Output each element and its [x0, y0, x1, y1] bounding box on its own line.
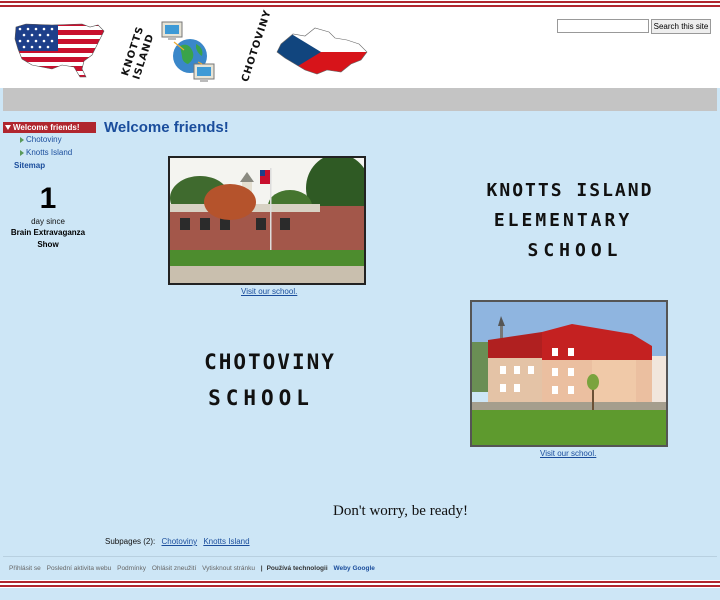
bottom-stripe [0, 580, 720, 588]
chotoviny-photo-caption[interactable]: Visit our school. [540, 449, 596, 458]
slogan-text: Don't worry, be ready! [333, 503, 469, 519]
countdown-unit: day since [31, 217, 65, 226]
czech-flag-map-icon [276, 27, 368, 75]
footer-powered-brand[interactable]: Weby Google [333, 565, 374, 572]
sidebar-nav: Welcome friends! Chotoviny Knotts Island… [3, 122, 96, 172]
sidebar-item-welcome-friends[interactable]: Welcome friends! [3, 122, 96, 133]
footer-link-print-page[interactable]: Vytisknout stránku [202, 565, 255, 572]
knotts-island-header-label: KNOTTS ISLAND [120, 24, 157, 82]
sidebar-item-label: Chotoviny [26, 135, 62, 144]
sidebar-item-label: Welcome friends! [13, 123, 80, 132]
footer-bar: Přihlásit se Poslední aktivita webu Podm… [9, 565, 379, 572]
footer-divider [3, 556, 717, 557]
chotoviny-school-photo[interactable] [470, 300, 668, 447]
top-stripe [0, 0, 720, 8]
expand-triangle-icon [5, 125, 11, 130]
footer-link-terms[interactable]: Podmínky [117, 565, 146, 572]
chotoviny-school-logo: CHOTOVINY SCHOOL [204, 350, 336, 410]
arrow-right-icon [20, 150, 24, 156]
header-banner: KNOTTS ISLAND CHOTOVINY Search this site [0, 8, 720, 88]
subpages-label: Subpages (2): [105, 537, 156, 546]
chotoviny-logo-line-2: SCHOOL [208, 386, 314, 410]
header-divider-band [3, 88, 717, 111]
chotoviny-header-label: CHOTOVINY [240, 8, 274, 84]
countdown-event: Brain Extravaganza Show [10, 228, 86, 249]
sidebar-item-label: Knotts Island [26, 148, 73, 157]
knotts-logo-line-3: SCHOOL [527, 240, 622, 261]
sidebar-item-sitemap[interactable]: Sitemap [3, 160, 96, 172]
globe-computers-icon [161, 21, 215, 82]
school-photo-image [170, 158, 364, 283]
footer-powered-prefix: Používá technologii [266, 565, 328, 572]
knotts-logo-line-1: KNOTTS ISLAND [487, 180, 654, 201]
countdown-number: 1 [39, 182, 57, 215]
chotoviny-logo-line-1: CHOTOVINY [204, 350, 336, 374]
sidebar-item-chotoviny[interactable]: Chotoviny [3, 134, 96, 146]
knotts-island-school-photo[interactable] [168, 156, 366, 285]
search-input[interactable] [557, 19, 649, 33]
search-button[interactable]: Search this site [651, 19, 711, 34]
subpages-list: Subpages (2): Chotoviny Knotts Island [105, 537, 250, 546]
knotts-island-photo-caption[interactable]: Visit our school. [241, 287, 297, 296]
page-title: Welcome friends! [104, 119, 229, 136]
school-photo-image [472, 302, 666, 445]
usa-flag-map-icon [14, 23, 105, 78]
subpage-link-knotts-island[interactable]: Knotts Island [203, 537, 249, 546]
footer-separator: | [260, 565, 263, 572]
knotts-island-elementary-logo: KNOTTS ISLAND ELEMENTARY SCHOOL [487, 180, 654, 261]
arrow-right-icon [20, 137, 24, 143]
subpage-link-chotoviny[interactable]: Chotoviny [162, 537, 198, 546]
countdown-widget: 1 day since Brain Extravaganza Show [3, 183, 93, 251]
footer-link-report-abuse[interactable]: Ohlásit zneužití [152, 565, 196, 572]
footer-link-sign-in[interactable]: Přihlásit se [9, 565, 41, 572]
sidebar-item-knotts-island[interactable]: Knotts Island [3, 147, 96, 159]
knotts-logo-line-2: ELEMENTARY [494, 210, 632, 231]
footer-link-recent-activity[interactable]: Poslední aktivita webu [47, 565, 112, 572]
